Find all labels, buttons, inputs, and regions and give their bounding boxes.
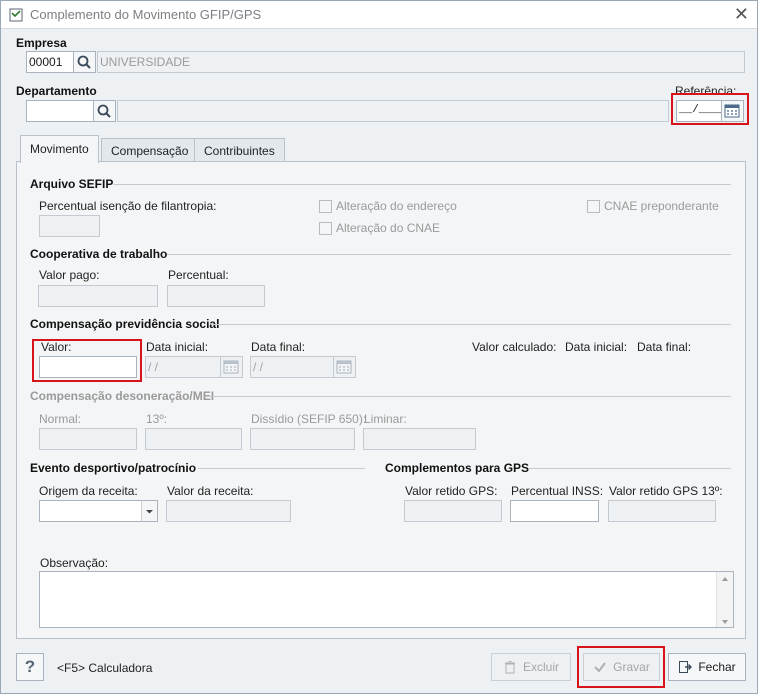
title-bar: Complemento do Movimento GFIP/GPS ✕ xyxy=(1,1,757,29)
chevron-down-icon[interactable] xyxy=(141,500,158,522)
percentual-inss-label: Percentual INSS: xyxy=(511,484,604,498)
percentual-input[interactable] xyxy=(167,285,265,307)
valor-calculado-label: Valor calculado: xyxy=(472,340,557,354)
departamento-code-input[interactable] xyxy=(26,100,94,122)
cnae-preponderante-label: CNAE preponderante xyxy=(604,199,719,213)
dialog-window: Complemento do Movimento GFIP/GPS ✕ Empr… xyxy=(0,0,758,694)
percentual-filantropia-input[interactable] xyxy=(39,215,100,237)
cnae-preponderante-checkbox[interactable] xyxy=(587,200,600,213)
valor-retido-gps13-input[interactable] xyxy=(608,500,716,522)
exit-icon xyxy=(679,661,693,673)
data-final-label: Data final: xyxy=(251,340,306,354)
empresa-label: Empresa xyxy=(16,36,67,50)
departamento-name-field xyxy=(117,100,669,122)
data-inicial-label: Data inicial: xyxy=(146,340,209,354)
scrollbar[interactable] xyxy=(716,572,733,627)
evento-title: Evento desportivo/patrocínio xyxy=(30,461,197,475)
normal-input[interactable] xyxy=(39,428,137,450)
data-final-calendar-button[interactable] xyxy=(334,356,356,378)
observacao-label: Observação: xyxy=(40,556,109,570)
divider xyxy=(211,324,731,325)
search-icon xyxy=(77,55,91,69)
normal-label: Normal: xyxy=(39,412,82,426)
divider xyxy=(209,396,731,397)
calculadora-hint: <F5> Calculadora xyxy=(57,661,153,675)
calendar-icon xyxy=(223,360,239,374)
decimo-label: 13º: xyxy=(146,412,168,426)
data-inicial-calc-label: Data inicial: xyxy=(565,340,628,354)
tab-contribuintes[interactable]: Contribuintes xyxy=(194,138,285,162)
empresa-search-button[interactable] xyxy=(74,51,96,73)
empresa-code-input[interactable]: 00001 xyxy=(26,51,74,73)
divider xyxy=(198,468,365,469)
valor-receita-label: Valor da receita: xyxy=(167,484,254,498)
valor-retido-gps13-label: Valor retido GPS 13º: xyxy=(609,484,723,498)
comp-desoneracao-title: Compensação desoneração/MEI xyxy=(30,389,215,403)
referencia-highlight xyxy=(671,93,749,125)
percentual-label: Percentual: xyxy=(168,268,229,282)
liminar-label: Liminar: xyxy=(364,412,407,426)
divider xyxy=(167,254,731,255)
origem-receita-label: Origem da receita: xyxy=(39,484,138,498)
fechar-button[interactable]: Fechar xyxy=(668,653,746,681)
percentual-filantropia-label: Percentual isenção de filantropia: xyxy=(39,199,217,213)
origem-receita-select[interactable] xyxy=(39,500,142,522)
dissidio-label: Dissídio (SEFIP 650): xyxy=(251,412,367,426)
sefip-title: Arquivo SEFIP xyxy=(30,177,114,191)
data-final-input[interactable]: / / xyxy=(250,356,334,378)
excluir-label: Excluir xyxy=(522,660,559,674)
valor-receita-input[interactable] xyxy=(166,500,291,522)
percentual-inss-input[interactable] xyxy=(510,500,599,522)
valor-retido-gps-label: Valor retido GPS: xyxy=(405,484,498,498)
gps-title: Complementos para GPS xyxy=(385,461,530,475)
tab-compensacao[interactable]: Compensação xyxy=(101,138,199,162)
alteracao-cnae-checkbox[interactable] xyxy=(319,222,332,235)
data-inicial-input[interactable]: / / xyxy=(145,356,221,378)
valor-pago-label: Valor pago: xyxy=(39,268,100,282)
fechar-label: Fechar xyxy=(698,660,736,674)
comp-previdencia-title: Compensação previdência social xyxy=(30,317,220,331)
window-title: Complemento do Movimento GFIP/GPS xyxy=(30,7,262,22)
calendar-icon xyxy=(336,360,352,374)
gravar-highlight xyxy=(577,646,665,688)
tab-movimento[interactable]: Movimento xyxy=(20,135,99,163)
observacao-textarea[interactable] xyxy=(39,571,734,628)
departamento-label: Departamento xyxy=(16,84,97,98)
liminar-input[interactable] xyxy=(363,428,476,450)
divider xyxy=(528,468,731,469)
valor-highlight xyxy=(32,339,142,382)
alteracao-cnae-label: Alteração do CNAE xyxy=(336,221,441,235)
help-button[interactable]: ? xyxy=(16,653,44,681)
trash-icon xyxy=(504,661,515,674)
decimo-input[interactable] xyxy=(145,428,242,450)
search-icon xyxy=(97,104,111,118)
divider xyxy=(113,184,731,185)
alteracao-endereco-checkbox[interactable] xyxy=(319,200,332,213)
valor-pago-input[interactable] xyxy=(38,285,158,307)
close-icon[interactable]: ✕ xyxy=(734,4,749,25)
app-icon xyxy=(9,8,23,22)
alteracao-endereco-label: Alteração do endereço xyxy=(336,199,457,213)
departamento-search-button[interactable] xyxy=(94,100,116,122)
cooperativa-title: Cooperativa de trabalho xyxy=(30,247,168,261)
valor-retido-gps-input[interactable] xyxy=(404,500,502,522)
excluir-button[interactable]: Excluir xyxy=(491,653,571,681)
empresa-name-field: UNIVERSIDADE xyxy=(97,51,745,73)
dissidio-input[interactable] xyxy=(250,428,355,450)
data-inicial-calendar-button[interactable] xyxy=(221,356,243,378)
data-final-calc-label: Data final: xyxy=(637,340,692,354)
